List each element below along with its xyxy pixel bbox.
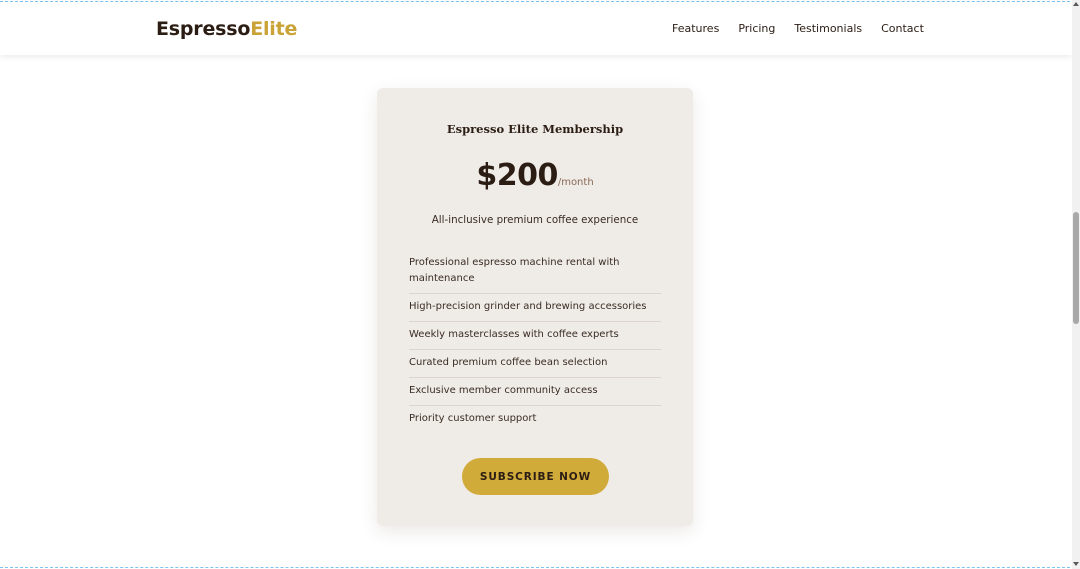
feature-item: Professional espresso machine rental wit… — [409, 250, 661, 294]
logo-elite: Elite — [250, 18, 298, 40]
logo-espresso: Espresso — [156, 18, 251, 40]
nav-link-testimonials[interactable]: Testimonials — [794, 21, 862, 36]
price-amount: $200 — [476, 158, 558, 193]
vertical-scrollbar[interactable] — [1072, 0, 1080, 569]
nav-links: Features Pricing Testimonials Contact — [672, 21, 924, 36]
page: EspressoElite Features Pricing Testimoni… — [0, 0, 1080, 569]
price: $200/month — [377, 158, 693, 193]
nav-link-features[interactable]: Features — [672, 21, 719, 36]
pricing-card: Espresso Elite Membership $200/month All… — [377, 88, 693, 526]
card-title: Espresso Elite Membership — [446, 122, 624, 136]
bottom-guide-line — [0, 567, 1080, 568]
nav-link-contact[interactable]: Contact — [881, 21, 924, 36]
feature-item: Exclusive member community access — [409, 378, 661, 406]
feature-item: High-precision grinder and brewing acces… — [409, 294, 661, 322]
card-description: All-inclusive premium coffee experience — [431, 214, 639, 226]
navbar: EspressoElite Features Pricing Testimoni… — [0, 2, 1072, 55]
scroll-thumb[interactable] — [1073, 212, 1079, 324]
feature-item: Priority customer support — [409, 413, 537, 424]
scroll-down-icon[interactable] — [1073, 562, 1079, 566]
nav-link-pricing[interactable]: Pricing — [738, 21, 775, 36]
feature-list: Professional espresso machine rental wit… — [409, 250, 661, 433]
price-period: /month — [557, 177, 594, 188]
logo[interactable]: EspressoElite — [156, 17, 297, 41]
feature-item: Weekly masterclasses with coffee experts — [409, 322, 661, 350]
scroll-up-icon[interactable] — [1073, 2, 1079, 6]
subscribe-button[interactable]: SUBSCRIBE NOW — [462, 458, 609, 495]
feature-item: Curated premium coffee bean selection — [409, 350, 661, 378]
